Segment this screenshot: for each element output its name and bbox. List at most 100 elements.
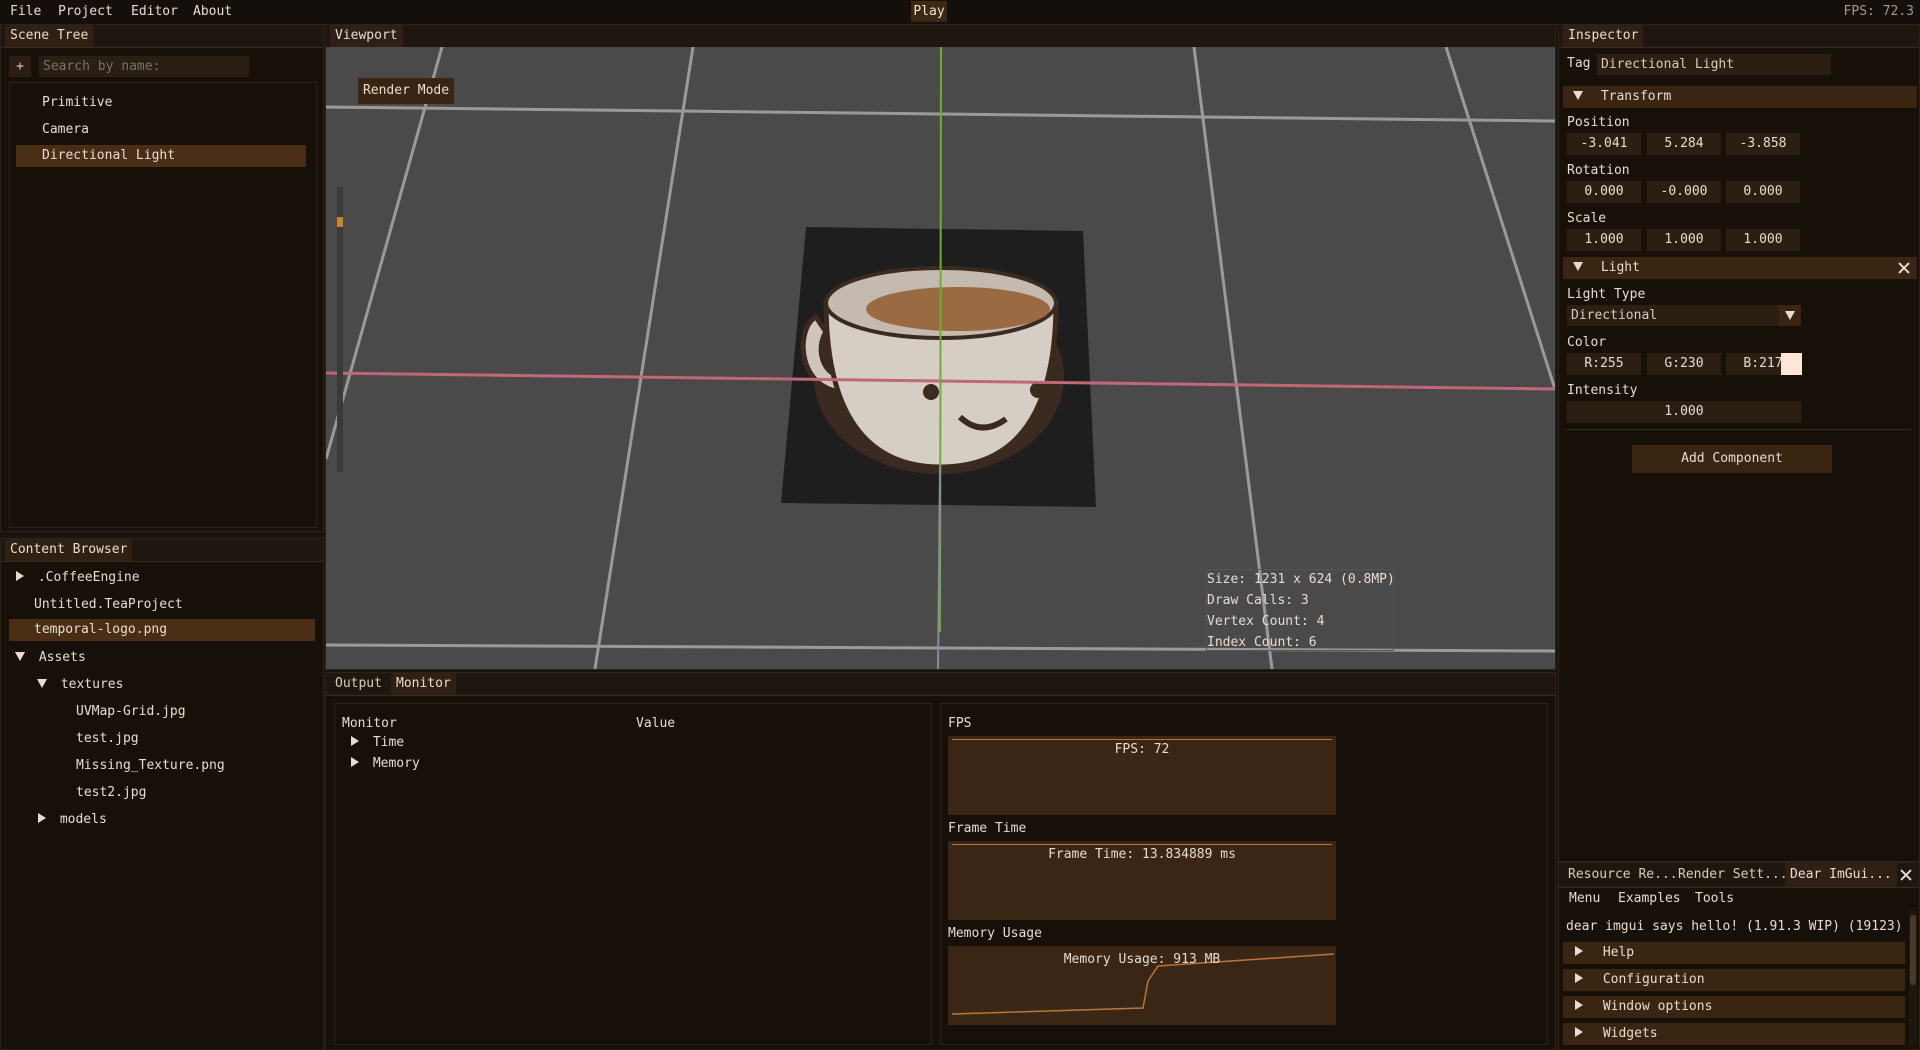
section-label: Widgets <box>1602 1026 1658 1041</box>
fps-graph[interactable]: FPS: 72 <box>948 736 1336 815</box>
folder-models[interactable]: models <box>38 812 107 827</box>
monitor-row-memory[interactable]: Memory <box>351 756 420 771</box>
viewport-stats: Size: 1231 x 624 (0.8MP) Draw Calls: 3 V… <box>1206 569 1395 651</box>
tab-inspector[interactable]: Inspector <box>1563 25 1644 47</box>
imgui-menu-examples[interactable]: Examples <box>1618 891 1681 906</box>
menu-about[interactable]: About <box>193 4 232 19</box>
tab-dear-imgui[interactable]: Dear ImGui... <box>1785 863 1897 887</box>
file-test-jpg[interactable]: test.jpg <box>76 731 139 746</box>
rotation-y-field[interactable]: -0.000 <box>1647 181 1721 203</box>
tab-scene-tree[interactable]: Scene Tree <box>5 25 94 47</box>
color-swatch[interactable] <box>1781 353 1802 375</box>
folder-textures[interactable]: textures <box>37 677 123 692</box>
monitor-panel: Output Monitor Monitor Value Time Memory… <box>325 672 1556 1050</box>
scrollbar-thumb[interactable] <box>1910 915 1916 985</box>
tab-output[interactable]: Output <box>330 673 387 695</box>
tag-label: Tag <box>1567 56 1591 71</box>
menu-bar: File Project Editor About Play FPS: 72.3 <box>0 0 1920 25</box>
column-value: Value <box>636 716 676 731</box>
tab-render-settings[interactable]: Render Sett... <box>1673 863 1793 887</box>
imgui-section-help[interactable]: Help <box>1563 942 1905 964</box>
divider <box>1567 429 1911 430</box>
fps-heading: FPS <box>948 716 972 731</box>
file-uvmap-grid[interactable]: UVMap-Grid.jpg <box>76 704 186 719</box>
column-monitor: Monitor <box>342 716 397 731</box>
add-component-button[interactable]: Add Component <box>1632 445 1832 473</box>
remove-component-icon[interactable] <box>1897 261 1911 275</box>
scene-item-label: Directional Light <box>42 148 176 163</box>
scale-label: Scale <box>1567 211 1607 226</box>
add-entity-button[interactable]: + <box>9 56 31 77</box>
bottom-tabbar: Output Monitor <box>326 673 1555 696</box>
intensity-field[interactable]: 1.000 <box>1567 401 1801 423</box>
fps-graph-line <box>952 739 1332 740</box>
folder-label: .CoffeeEngine <box>37 570 140 585</box>
imgui-section-window-options[interactable]: Window options <box>1563 996 1905 1018</box>
tab-content-browser[interactable]: Content Browser <box>5 539 133 561</box>
color-r-field[interactable]: R:255 <box>1567 353 1641 375</box>
tab-resource-registry[interactable]: Resource Re... <box>1563 863 1683 887</box>
scale-z-field[interactable]: 1.000 <box>1726 229 1800 251</box>
expand-icon <box>1575 946 1583 956</box>
imgui-section-widgets[interactable]: Widgets <box>1563 1023 1905 1045</box>
expand-icon <box>351 736 359 746</box>
file-untitled-teaproject[interactable]: Untitled.TeaProject <box>34 597 183 612</box>
position-z-field[interactable]: -3.858 <box>1726 133 1800 155</box>
light-type-value: Directional <box>1571 308 1658 323</box>
expand-icon <box>1575 973 1583 983</box>
file-test2-jpg[interactable]: test2.jpg <box>76 785 146 800</box>
play-button[interactable]: Play <box>911 1 947 22</box>
monitor-table: Monitor Value Time Memory <box>334 703 932 1045</box>
render-mode-button[interactable]: Render Mode <box>358 78 454 104</box>
memory-graph[interactable]: Memory Usage: 913 MB <box>948 946 1336 1025</box>
frametime-graph-title: Frame Time: 13.834889 ms <box>1048 847 1236 862</box>
imgui-scrollbar[interactable] <box>1909 911 1917 1046</box>
collapse-icon <box>37 679 47 688</box>
menu-editor[interactable]: Editor <box>131 4 178 19</box>
dropdown-arrow[interactable] <box>1779 305 1801 326</box>
row-label: Time <box>372 735 405 750</box>
close-icon[interactable] <box>1899 868 1913 882</box>
section-label: Configuration <box>1602 972 1705 987</box>
frametime-graph[interactable]: Frame Time: 13.834889 ms <box>948 841 1336 920</box>
imgui-panel: Resource Re... Render Sett... Dear ImGui… <box>1558 862 1920 1050</box>
scene-item-primitive[interactable]: Primitive <box>42 95 112 110</box>
file-temporal-logo[interactable]: temporal-logo.png <box>9 619 315 641</box>
memory-heading: Memory Usage <box>948 926 1042 941</box>
light-header[interactable]: Light <box>1563 257 1917 279</box>
tab-monitor[interactable]: Monitor <box>391 673 456 695</box>
file-label: temporal-logo.png <box>34 622 168 637</box>
tag-input[interactable]: Directional Light <box>1597 54 1831 75</box>
scale-y-field[interactable]: 1.000 <box>1647 229 1721 251</box>
scene-item-directional-light[interactable]: Directional Light <box>16 145 306 167</box>
stat-size: Size: 1231 x 624 (0.8MP) <box>1207 572 1395 587</box>
transform-header[interactable]: Transform <box>1563 86 1917 108</box>
collapse-icon <box>15 652 25 661</box>
rotation-x-field[interactable]: 0.000 <box>1567 181 1641 203</box>
scene-item-camera[interactable]: Camera <box>42 122 89 137</box>
folder-assets[interactable]: Assets <box>15 650 86 665</box>
rotation-z-field[interactable]: 0.000 <box>1726 181 1800 203</box>
color-g-field[interactable]: G:230 <box>1647 353 1721 375</box>
folder-coffeeengine[interactable]: .CoffeeEngine <box>16 570 140 585</box>
scene-tree-tabbar: Scene Tree <box>1 25 323 48</box>
position-y-field[interactable]: 5.284 <box>1647 133 1721 155</box>
light-type-select[interactable]: Directional <box>1567 305 1801 326</box>
scene-list: Primitive Camera Directional Light <box>9 82 317 528</box>
stat-draw-calls: Draw Calls: 3 <box>1207 593 1309 608</box>
menu-project[interactable]: Project <box>58 4 113 19</box>
light-type-label: Light Type <box>1567 287 1646 302</box>
scale-x-field[interactable]: 1.000 <box>1567 229 1641 251</box>
imgui-menu-tools[interactable]: Tools <box>1695 891 1734 906</box>
graphs-area: FPS FPS: 72 Frame Time Frame Time: 13.83… <box>940 703 1548 1045</box>
monitor-row-time[interactable]: Time <box>351 735 404 750</box>
imgui-menu-menu[interactable]: Menu <box>1569 891 1600 906</box>
imgui-section-configuration[interactable]: Configuration <box>1563 969 1905 991</box>
file-missing-texture[interactable]: Missing_Texture.png <box>76 758 225 773</box>
transform-header-label: Transform <box>1600 89 1672 104</box>
tab-viewport[interactable]: Viewport <box>330 25 403 47</box>
scene-search-input[interactable] <box>39 56 249 77</box>
menu-file[interactable]: File <box>10 4 41 19</box>
light-header-label: Light <box>1600 260 1640 275</box>
position-x-field[interactable]: -3.041 <box>1567 133 1641 155</box>
